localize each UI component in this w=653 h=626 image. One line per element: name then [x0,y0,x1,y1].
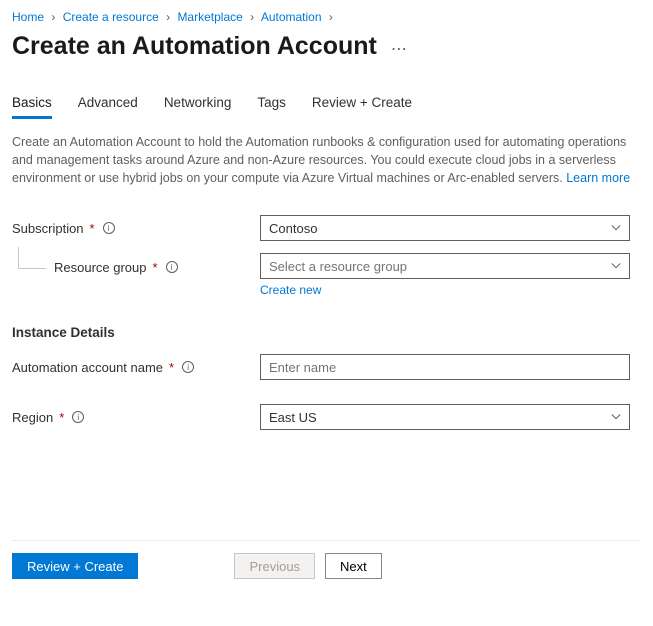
resource-group-row: Resource group * i Select a resource gro… [12,253,641,297]
chevron-right-icon: › [250,10,254,24]
learn-more-link[interactable]: Learn more [566,171,630,185]
tab-basics[interactable]: Basics [12,89,52,119]
tab-review-create[interactable]: Review + Create [312,89,412,119]
info-icon[interactable]: i [72,411,84,423]
previous-button: Previous [234,553,315,579]
tree-branch-icon [18,247,46,269]
chevron-down-icon [611,223,621,233]
account-name-row: Automation account name * i [12,354,641,380]
next-button[interactable]: Next [325,553,382,579]
description-text: Create an Automation Account to hold the… [12,133,641,187]
tab-tags[interactable]: Tags [257,89,286,119]
resource-group-placeholder: Select a resource group [269,259,611,274]
region-label: Region [12,410,53,425]
breadcrumb-automation[interactable]: Automation [261,10,322,24]
required-indicator: * [153,260,158,275]
required-indicator: * [59,410,64,425]
chevron-down-icon [611,412,621,422]
page-title: Create an Automation Account [12,32,377,61]
subscription-select[interactable]: Contoso [260,215,630,241]
account-name-input[interactable] [260,354,630,380]
info-icon[interactable]: i [182,361,194,373]
page-header: Create an Automation Account ⋯ [12,32,641,61]
chevron-right-icon: › [51,10,55,24]
review-create-button[interactable]: Review + Create [12,553,138,579]
chevron-right-icon: › [166,10,170,24]
instance-details-heading: Instance Details [12,325,641,340]
region-select[interactable]: East US [260,404,630,430]
account-name-label: Automation account name [12,360,163,375]
required-indicator: * [169,360,174,375]
region-value: East US [269,410,611,425]
breadcrumb-create-resource[interactable]: Create a resource [63,10,159,24]
footer: Review + Create Previous Next [12,540,641,579]
create-new-link[interactable]: Create new [260,283,321,297]
region-row: Region * i East US [12,404,641,430]
resource-group-label: Resource group [54,260,147,275]
subscription-value: Contoso [269,221,611,236]
required-indicator: * [90,221,95,236]
more-actions-icon[interactable]: ⋯ [387,37,411,61]
subscription-label: Subscription [12,221,84,236]
tabs: Basics Advanced Networking Tags Review +… [12,89,641,119]
info-icon[interactable]: i [166,261,178,273]
chevron-down-icon [611,261,621,271]
info-icon[interactable]: i [103,222,115,234]
chevron-right-icon: › [329,10,333,24]
breadcrumb-home[interactable]: Home [12,10,44,24]
breadcrumb-marketplace[interactable]: Marketplace [177,10,242,24]
tab-advanced[interactable]: Advanced [78,89,138,119]
breadcrumb: Home › Create a resource › Marketplace ›… [12,10,641,24]
resource-group-select[interactable]: Select a resource group [260,253,630,279]
tab-networking[interactable]: Networking [164,89,232,119]
subscription-row: Subscription * i Contoso [12,215,641,241]
